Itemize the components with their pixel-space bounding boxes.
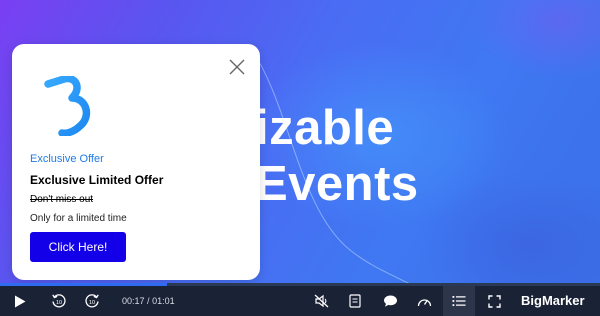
- time-display: 00:17 / 01:01: [122, 286, 175, 316]
- notes-icon: [349, 294, 361, 308]
- close-button[interactable]: [228, 58, 246, 76]
- play-button[interactable]: [10, 286, 30, 316]
- svg-text:10: 10: [89, 300, 95, 306]
- bigmarker-brand-logo: BigMarker: [521, 293, 585, 308]
- time-separator: /: [147, 296, 150, 306]
- fullscreen-icon: [487, 294, 501, 308]
- hero-line-1: izable: [255, 101, 395, 155]
- speed-button[interactable]: [414, 286, 434, 316]
- fullscreen-button[interactable]: [484, 286, 504, 316]
- video-hero-text: izable Events: [255, 100, 419, 212]
- click-here-button[interactable]: Click Here!: [30, 232, 126, 262]
- duration: 01:01: [152, 296, 175, 306]
- chapters-button[interactable]: [443, 286, 475, 316]
- hero-line-2: Events: [255, 157, 419, 211]
- mute-icon: [314, 294, 328, 308]
- chat-button[interactable]: [380, 286, 400, 316]
- bigmarker-b-logo-icon: [44, 76, 91, 136]
- forward-10-button[interactable]: 10: [82, 286, 102, 316]
- offer-title: Exclusive Limited Offer: [30, 173, 164, 187]
- video-player: izable Events Exclusive Offer Exclusive …: [0, 0, 600, 316]
- player-controls: 10 10 00:17 / 01:01 BigMarker: [0, 286, 600, 316]
- current-time: 00:17: [122, 296, 145, 306]
- chat-icon: [383, 295, 397, 307]
- close-icon: [229, 59, 245, 75]
- rewind-10-button[interactable]: 10: [49, 286, 69, 316]
- notes-button[interactable]: [345, 286, 365, 316]
- speed-icon: [417, 298, 431, 306]
- rewind-10-icon: 10: [52, 294, 66, 308]
- offer-popup: Exclusive Offer Exclusive Limited Offer …: [12, 44, 260, 280]
- mute-button[interactable]: [311, 286, 331, 316]
- offer-description: Only for a limited time: [30, 213, 127, 224]
- chapters-list-icon: [452, 296, 466, 306]
- offer-tag: Exclusive Offer: [30, 153, 104, 165]
- svg-text:10: 10: [56, 300, 62, 306]
- play-icon: [15, 295, 26, 307]
- offer-subtitle: Don't miss out: [30, 194, 94, 205]
- forward-10-icon: 10: [85, 294, 99, 308]
